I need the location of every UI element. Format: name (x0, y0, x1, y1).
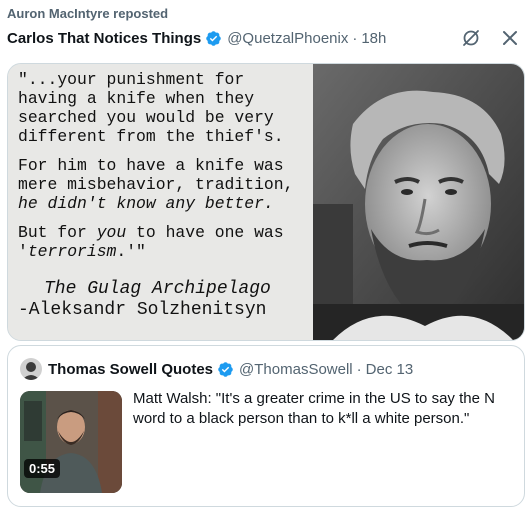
author-handle[interactable]: @QuetzalPhoenix (227, 30, 348, 47)
quoted-tweet-card[interactable]: Thomas Sowell Quotes @ThomasSowell · Dec… (7, 345, 525, 507)
quote-line: different from the thief's. (18, 127, 284, 146)
repost-label[interactable]: Auron MacIntyre reposted (7, 6, 168, 21)
book-title: The Gulag Archipelago (44, 279, 271, 299)
tweet-image[interactable]: "...your punishment for having a knife w… (7, 63, 525, 341)
quote-text-panel: "...your punishment for having a knife w… (8, 64, 313, 340)
quoted-timestamp[interactable]: Dec 13 (366, 361, 414, 378)
quoted-author-handle[interactable]: @ThomasSowell (239, 361, 353, 378)
quoted-tweet-text: Matt Walsh: "It's a greater crime in the… (133, 390, 495, 427)
video-duration: 0:55 (24, 459, 61, 478)
quote-line: But for you to have one was (18, 223, 284, 242)
close-icon[interactable] (501, 29, 519, 47)
separator-dot: · (352, 29, 358, 47)
tweet-header: Carlos That Notices Things @QuetzalPhoen… (7, 28, 525, 48)
quote-line: mere misbehavior, tradition, (18, 175, 294, 194)
video-thumbnail[interactable]: 0:55 (20, 391, 122, 493)
quote-line: he didn't know any better. (18, 194, 274, 213)
verified-badge-icon (217, 361, 234, 378)
quote-line: 'terrorism.'" (18, 242, 146, 261)
separator-dot: · (356, 360, 362, 378)
quote-line: "...your punishment for (18, 70, 245, 89)
grok-icon[interactable] (461, 28, 481, 48)
quote-line: For him to have a knife was (18, 156, 284, 175)
timestamp[interactable]: 18h (361, 30, 386, 47)
author-portrait-photo (313, 64, 524, 340)
author-name[interactable]: Carlos That Notices Things (7, 30, 201, 47)
quote-line: searched you would be very (18, 108, 274, 127)
quoted-author-name[interactable]: Thomas Sowell Quotes (48, 361, 213, 378)
quoted-tweet-header: Thomas Sowell Quotes @ThomasSowell · Dec… (20, 358, 413, 380)
quote-line: having a knife when they (18, 89, 255, 108)
verified-badge-icon (205, 30, 222, 47)
book-author: -Aleksandr Solzhenitsyn (18, 300, 267, 320)
avatar[interactable] (20, 358, 42, 380)
